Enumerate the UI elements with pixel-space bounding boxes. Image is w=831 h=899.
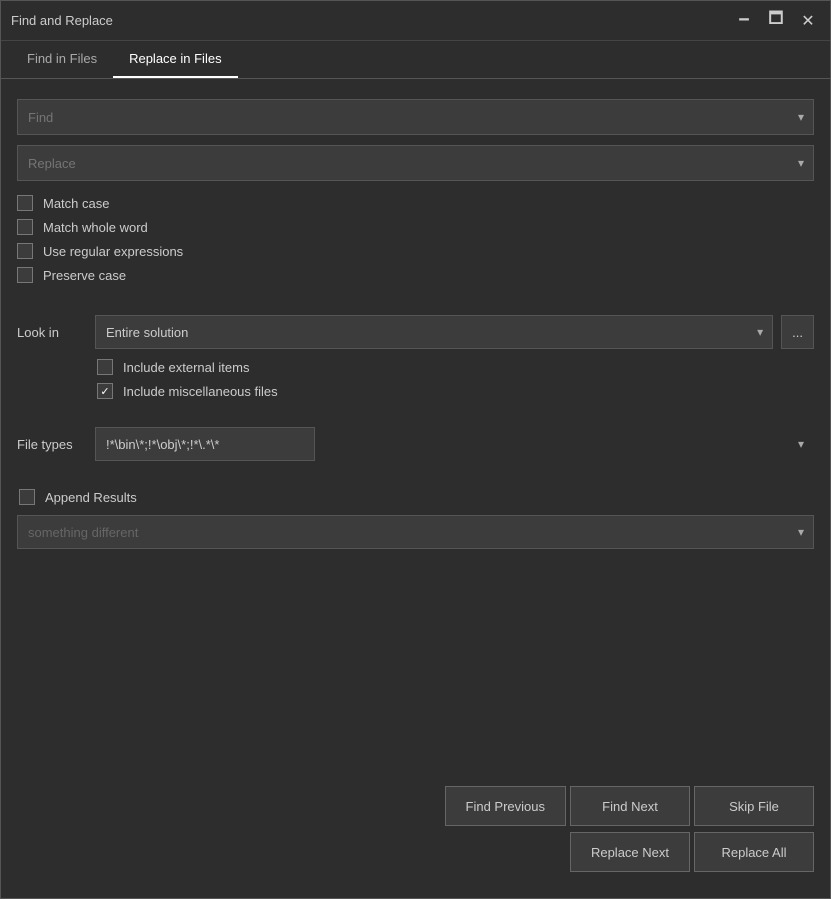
- append-results-label: Append Results: [45, 490, 137, 505]
- find-replace-window: Find and Replace 🗕 🗖 ✕ Find in Files Rep…: [0, 0, 831, 899]
- preserve-case-checkbox[interactable]: [17, 267, 33, 283]
- minimize-button[interactable]: 🗕: [732, 9, 756, 33]
- file-types-label: File types: [17, 437, 87, 452]
- tab-replace-in-files[interactable]: Replace in Files: [113, 41, 238, 78]
- file-types-wrapper: ▾: [95, 427, 814, 461]
- replace-all-button[interactable]: Replace All: [694, 832, 814, 872]
- something-different-wrapper: something different ▾: [17, 515, 814, 549]
- include-external-checkbox[interactable]: [97, 359, 113, 375]
- look-in-row: Look in Entire solution ▾ ...: [17, 315, 814, 349]
- find-input[interactable]: [17, 99, 814, 135]
- use-regex-item[interactable]: Use regular expressions: [17, 243, 814, 259]
- match-case-checkbox[interactable]: [17, 195, 33, 211]
- match-whole-word-checkbox[interactable]: [17, 219, 33, 235]
- use-regex-checkbox[interactable]: [17, 243, 33, 259]
- look-in-label: Look in: [17, 325, 87, 340]
- close-button[interactable]: ✕: [796, 9, 820, 33]
- replace-input[interactable]: [17, 145, 814, 181]
- include-external-item[interactable]: Include external items: [97, 359, 814, 375]
- tab-find-in-files[interactable]: Find in Files: [11, 41, 113, 78]
- include-external-label: Include external items: [123, 360, 249, 375]
- append-results-row[interactable]: Append Results: [17, 489, 814, 505]
- match-case-label: Match case: [43, 196, 109, 211]
- browse-button[interactable]: ...: [781, 315, 814, 349]
- include-misc-checkbox[interactable]: [97, 383, 113, 399]
- button-row-2: Replace Next Replace All: [17, 832, 814, 872]
- file-types-input[interactable]: [95, 427, 315, 461]
- replace-field-wrapper: ▾: [17, 145, 814, 181]
- preserve-case-item[interactable]: Preserve case: [17, 267, 814, 283]
- look-in-dropdown-wrapper: Entire solution ▾: [95, 315, 773, 349]
- find-next-button[interactable]: Find Next: [570, 786, 690, 826]
- include-misc-label: Include miscellaneous files: [123, 384, 278, 399]
- content-area: ▾ ▾ Match case Match whole word Use regu…: [1, 79, 830, 776]
- look-in-select[interactable]: Entire solution: [95, 315, 773, 349]
- match-whole-word-label: Match whole word: [43, 220, 148, 235]
- restore-button[interactable]: 🗖: [764, 9, 788, 33]
- sub-options: Include external items Include miscellan…: [17, 359, 814, 399]
- preserve-case-label: Preserve case: [43, 268, 126, 283]
- match-case-item[interactable]: Match case: [17, 195, 814, 211]
- button-row-1: Find Previous Find Next Skip File: [17, 786, 814, 826]
- find-previous-button[interactable]: Find Previous: [445, 786, 566, 826]
- window-title: Find and Replace: [11, 13, 113, 28]
- window-controls: 🗕 🗖 ✕: [732, 9, 820, 33]
- file-types-dropdown-arrow: ▾: [798, 437, 804, 451]
- tab-bar: Find in Files Replace in Files: [1, 41, 830, 79]
- title-bar: Find and Replace 🗕 🗖 ✕: [1, 1, 830, 41]
- buttons-area: Find Previous Find Next Skip File Replac…: [1, 776, 830, 898]
- include-misc-item[interactable]: Include miscellaneous files: [97, 383, 814, 399]
- options-checkboxes: Match case Match whole word Use regular …: [17, 195, 814, 283]
- skip-file-button[interactable]: Skip File: [694, 786, 814, 826]
- file-types-row: File types ▾: [17, 427, 814, 461]
- match-whole-word-item[interactable]: Match whole word: [17, 219, 814, 235]
- find-field-wrapper: ▾: [17, 99, 814, 135]
- use-regex-label: Use regular expressions: [43, 244, 183, 259]
- replace-next-button[interactable]: Replace Next: [570, 832, 690, 872]
- something-different-select[interactable]: something different: [17, 515, 814, 549]
- append-results-checkbox[interactable]: [19, 489, 35, 505]
